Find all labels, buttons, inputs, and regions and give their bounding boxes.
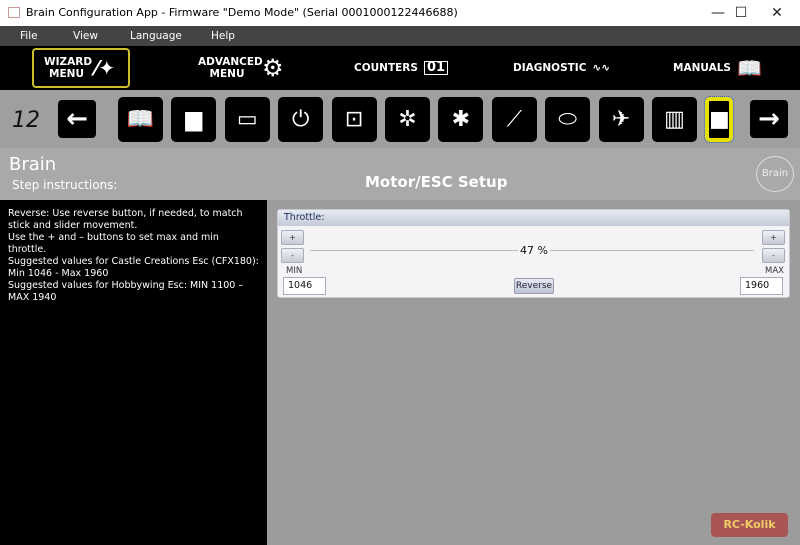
step-helicopter-body[interactable]: ⬭ [545, 97, 591, 142]
max-value-field[interactable]: 1960 [740, 277, 783, 295]
max-plus-button[interactable]: + [762, 230, 785, 245]
arrow-right-icon: → [758, 104, 780, 134]
reverse-button[interactable]: Reverse [514, 278, 554, 294]
menu-bar: File View Language Help [0, 26, 800, 46]
menu-help[interactable]: Help [211, 30, 235, 42]
page-title: Motor/ESC Setup [365, 173, 508, 191]
tail-rotor-icon: ⟋ [506, 107, 522, 132]
instructions-panel: Reverse: Use reverse button, if needed, … [0, 200, 267, 545]
throttle-title: Throttle: [278, 210, 789, 226]
throttle-panel: Throttle: + - + - 47 % MIN MAX 1046 Reve… [277, 209, 790, 298]
receiver-module-icon: ▭ [236, 107, 258, 132]
transmitter-icon: ⊡ [344, 107, 364, 132]
title-bar: Brain Configuration App - Firmware "Demo… [0, 0, 800, 26]
step-toolbar: 12 ← 📖 ▆ ▭ ⏻ ⊡ ✲ ✱ ⟋ ⬭ ✈ ▥ ■ → [0, 90, 800, 148]
servo-icon: ▆ [185, 107, 203, 132]
wizard-label: WIZARD MENU [44, 56, 93, 80]
menu-language[interactable]: Language [130, 30, 182, 42]
throttle-percent: 47 % [518, 244, 550, 257]
plug-icon: ⏻ [291, 107, 310, 132]
max-label: MAX [765, 266, 784, 276]
instruction-line: Suggested values for Hobbywing Esc: MIN … [8, 280, 244, 303]
advanced-menu-button[interactable]: ADVANCED MENU ⚙ [198, 48, 284, 88]
helicopter-formation-icon: ✈ [611, 107, 631, 132]
brain-logo: Brain [756, 156, 794, 192]
next-step-button[interactable]: → [750, 100, 788, 138]
manuals-label: MANUALS [673, 62, 731, 74]
step-safety-vest[interactable]: ▥ [652, 97, 697, 142]
max-minus-button[interactable]: - [762, 248, 785, 263]
app-icon [8, 7, 20, 18]
step-swashplate-tilted[interactable]: ✲ [385, 97, 430, 142]
manual-book-icon: 📖 [126, 107, 155, 132]
step-manual-book[interactable]: 📖 [118, 97, 163, 142]
min-plus-button[interactable]: + [281, 230, 304, 245]
app-name: Brain [9, 154, 57, 175]
instruction-line: Use the + and – buttons to set max and m… [8, 232, 219, 255]
arrow-left-icon: ← [66, 104, 88, 134]
helicopter-body-icon: ⬭ [558, 107, 578, 132]
wizard-menu-button[interactable]: WIZARD MENU ⁄✦ [32, 48, 130, 88]
diagnostic-label: DIAGNOSTIC [513, 62, 587, 74]
safety-vest-icon: ▥ [664, 107, 685, 132]
heartbeat-icon: ∿∿ [592, 62, 611, 74]
step-tail-rotor[interactable]: ⟋ [491, 97, 537, 142]
swashplate-tilted-icon: ✲ [398, 107, 417, 132]
min-value-field[interactable]: 1046 [283, 277, 326, 295]
gear-wrench-icon: ⚙ [262, 54, 284, 82]
counters-button[interactable]: COUNTERS 01 [354, 48, 449, 88]
step-swashplate[interactable]: ✱ [438, 97, 484, 142]
step-number: 12 [12, 108, 40, 133]
manuals-button[interactable]: MANUALS 📖 [673, 48, 762, 88]
menu-file[interactable]: File [20, 30, 38, 42]
advanced-label: ADVANCED MENU [198, 56, 263, 80]
page-header: Brain Step instructions: Motor/ESC Setup… [0, 148, 800, 200]
menu-view[interactable]: View [73, 30, 98, 42]
instruction-line: Reverse: Use reverse button, if needed, … [8, 208, 243, 231]
step-transmitter[interactable]: ⊡ [331, 97, 377, 142]
min-label: MIN [286, 266, 303, 276]
previous-step-button[interactable]: ← [58, 100, 96, 138]
instruction-line: Suggested values for Castle Creations Es… [8, 256, 259, 279]
book-icon: 📖 [736, 56, 762, 80]
esc-motor-icon: ■ [709, 107, 730, 132]
step-helicopter-formation[interactable]: ✈ [598, 97, 644, 142]
close-button[interactable]: ✕ [754, 0, 800, 26]
step-receiver-module[interactable]: ▭ [224, 97, 270, 142]
rc-kolik-watermark: RC-Kolik [711, 513, 788, 537]
window-title: Brain Configuration App - Firmware "Demo… [26, 6, 458, 19]
swashplate-icon: ✱ [451, 107, 471, 132]
magic-wand-icon: ⁄✦ [95, 56, 116, 80]
diagnostic-button[interactable]: DIAGNOSTIC ∿∿ [513, 48, 610, 88]
step-instructions-label: Step instructions: [12, 178, 118, 192]
counters-label: COUNTERS [354, 62, 418, 74]
step-plug[interactable]: ⏻ [278, 97, 324, 142]
counter-icon: 01 [423, 61, 449, 75]
step-esc-motor[interactable]: ■ [704, 96, 735, 143]
main-nav: WIZARD MENU ⁄✦ ADVANCED MENU ⚙ COUNTERS 01 … [0, 46, 800, 90]
step-servo[interactable]: ▆ [171, 97, 217, 142]
min-minus-button[interactable]: - [281, 248, 304, 263]
